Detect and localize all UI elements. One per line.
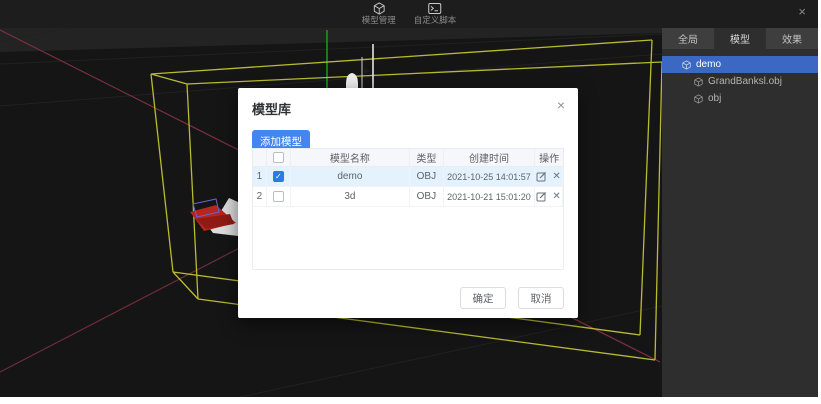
row-created: 2021-10-25 14:01:57 bbox=[444, 167, 536, 186]
tab-effect[interactable]: 效果 bbox=[766, 28, 818, 49]
edit-icon[interactable] bbox=[536, 171, 547, 182]
dialog-close-icon[interactable]: × bbox=[557, 97, 565, 113]
row-checkbox[interactable]: ✓ bbox=[272, 171, 284, 182]
terminal-icon bbox=[428, 3, 442, 14]
column-header-ops: 操作 bbox=[539, 154, 560, 165]
table-row[interactable]: 1 ✓ demo OBJ 2021-10-25 14:01:57 ✕ bbox=[253, 167, 563, 187]
tool-label: 模型管理 bbox=[361, 15, 396, 25]
table-row[interactable]: 2 3d OBJ 2021-10-21 15:01:20 ✕ bbox=[253, 187, 563, 207]
row-name: demo bbox=[291, 167, 410, 186]
row-index: 1 bbox=[253, 167, 267, 186]
table-header-row: 模型名称 类型 创建时间 操作 bbox=[253, 149, 563, 167]
panel-tabs: 全局 模型 效果 bbox=[662, 28, 818, 49]
tool-custom-script[interactable]: 自定义脚本 bbox=[413, 2, 457, 25]
row-type: OBJ bbox=[410, 167, 444, 186]
tool-model-manage[interactable]: 模型管理 bbox=[362, 2, 396, 25]
row-created: 2021-10-21 15:01:20 bbox=[444, 187, 536, 206]
index-header bbox=[253, 149, 267, 166]
cube-icon bbox=[694, 76, 703, 87]
row-index: 2 bbox=[253, 187, 267, 206]
tree-item-obj[interactable]: obj bbox=[662, 90, 818, 107]
row-checkbox[interactable] bbox=[272, 191, 284, 202]
tree-item-demo[interactable]: demo bbox=[662, 56, 818, 73]
column-header-name: 模型名称 bbox=[291, 149, 410, 166]
dialog-title: 模型库 bbox=[252, 102, 292, 117]
boat-model-left bbox=[190, 198, 238, 236]
tab-model[interactable]: 模型 bbox=[714, 28, 766, 49]
delete-icon[interactable]: ✕ bbox=[552, 171, 560, 182]
edit-icon[interactable] bbox=[536, 191, 547, 202]
app-window: 模型管理 自定义脚本 × 全局 模型 效果 demo GrandBanksl.o… bbox=[0, 0, 818, 397]
boat-model-center bbox=[346, 44, 374, 93]
model-library-dialog: 模型库 × 添加模型 模型名称 类型 创建时间 操作 1 ✓ demo OBJ … bbox=[238, 88, 578, 318]
top-toolbar: 模型管理 自定义脚本 × bbox=[0, 0, 818, 28]
tree-item-label: obj bbox=[708, 93, 722, 104]
row-type: OBJ bbox=[410, 187, 444, 206]
model-tree: demo GrandBanksl.obj obj bbox=[662, 49, 818, 107]
cube-icon bbox=[694, 93, 703, 104]
horizon-band bbox=[0, 28, 662, 52]
tree-item-label: demo bbox=[696, 59, 722, 70]
tool-label: 自定义脚本 bbox=[413, 15, 457, 25]
delete-icon[interactable]: ✕ bbox=[552, 191, 560, 202]
column-header-created: 创建时间 bbox=[444, 149, 536, 166]
column-header-type: 类型 bbox=[410, 149, 444, 166]
close-icon[interactable]: × bbox=[798, 5, 806, 18]
cube-icon bbox=[682, 59, 691, 70]
cube-icon bbox=[373, 2, 385, 15]
select-all-checkbox[interactable] bbox=[272, 152, 284, 163]
tab-global[interactable]: 全局 bbox=[662, 28, 714, 49]
cancel-button[interactable]: 取消 bbox=[518, 287, 564, 309]
tree-item-label: GrandBanksl.obj bbox=[708, 76, 782, 87]
tree-item-grandbanks[interactable]: GrandBanksl.obj bbox=[662, 73, 818, 90]
right-panel: 全局 模型 效果 demo GrandBanksl.obj obj bbox=[662, 28, 818, 397]
confirm-button[interactable]: 确定 bbox=[460, 287, 506, 309]
model-table: 模型名称 类型 创建时间 操作 1 ✓ demo OBJ 2021-10-25 … bbox=[252, 148, 564, 270]
row-name: 3d bbox=[291, 187, 410, 206]
